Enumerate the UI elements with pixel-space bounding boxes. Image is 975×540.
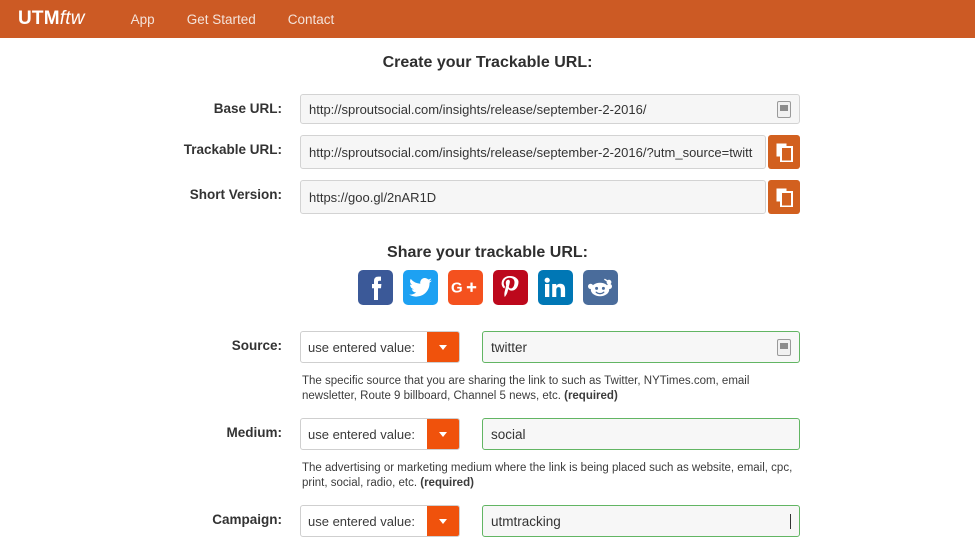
base-url-label: Base URL: xyxy=(213,101,282,116)
medium-help-text: The advertising or marketing medium wher… xyxy=(300,461,800,491)
source-select[interactable]: use entered value: xyxy=(300,331,460,363)
googleplus-glyph: G xyxy=(451,280,477,296)
source-help-required: (required) xyxy=(564,390,618,402)
create-section-title: Create your Trackable URL: xyxy=(382,54,593,71)
copy-trackable-url-button[interactable] xyxy=(768,135,800,169)
brand-name-bold: UTM xyxy=(18,8,60,29)
linkedin-glyph xyxy=(544,277,566,297)
trackable-url-label: Trackable URL: xyxy=(183,142,282,157)
medium-select-value: use entered value: xyxy=(308,426,415,442)
campaign-select-value: use entered value: xyxy=(308,513,415,529)
twitter-icon[interactable] xyxy=(402,270,438,305)
trackable-url-input[interactable]: http://sproutsocial.com/insights/release… xyxy=(300,135,766,169)
source-field-col: use entered value: twitter xyxy=(300,331,800,363)
trackable-url-row: Trackable URL: http://sproutsocial.com/i… xyxy=(0,135,975,169)
campaign-select[interactable]: use entered value: xyxy=(300,505,460,537)
copy-icon xyxy=(776,143,793,162)
nav-link-app[interactable]: App xyxy=(131,12,155,27)
short-version-row: Short Version: https://goo.gl/2nAR1D xyxy=(0,180,975,214)
campaign-input[interactable]: utmtracking xyxy=(482,505,800,537)
short-version-input[interactable]: https://goo.gl/2nAR1D xyxy=(300,180,766,214)
linkedin-icon[interactable] xyxy=(537,270,573,305)
source-value: twitter xyxy=(491,339,528,355)
page-content: Create your Trackable URL: Base URL: htt… xyxy=(0,38,975,537)
pinterest-icon[interactable] xyxy=(492,270,528,305)
source-select-value: use entered value: xyxy=(308,339,415,355)
svg-text:G: G xyxy=(451,280,463,296)
short-version-value: https://goo.gl/2nAR1D xyxy=(309,189,437,205)
nav-links: App Get Started Contact xyxy=(131,12,335,27)
medium-field-col: use entered value: social xyxy=(300,418,800,450)
medium-value: social xyxy=(491,426,526,442)
source-help-lead: The specific source that you are sharing… xyxy=(302,375,750,402)
copy-icon xyxy=(776,188,793,207)
campaign-field-col: use entered value: utmtracking xyxy=(300,505,800,537)
medium-input[interactable]: social xyxy=(482,418,800,450)
medium-help-required: (required) xyxy=(420,477,474,489)
brand-name-italic: ftw xyxy=(59,8,85,29)
source-help-text: The specific source that you are sharing… xyxy=(300,374,800,404)
base-url-input[interactable]: http://sproutsocial.com/insights/release… xyxy=(300,94,800,124)
share-icons-row: G xyxy=(0,270,975,305)
facebook-glyph xyxy=(371,276,381,300)
nav-link-contact[interactable]: Contact xyxy=(288,12,335,27)
source-help-row: The specific source that you are sharing… xyxy=(0,374,975,404)
medium-select[interactable]: use entered value: xyxy=(300,418,460,450)
medium-row: Medium: use entered value: social xyxy=(0,418,975,450)
nav-link-get-started[interactable]: Get Started xyxy=(187,12,256,27)
facebook-icon[interactable] xyxy=(357,270,393,305)
navbar: UTMftw App Get Started Contact xyxy=(0,0,975,38)
campaign-row: Campaign: use entered value: utmtracking xyxy=(0,505,975,537)
base-url-row: Base URL: http://sproutsocial.com/insigh… xyxy=(0,94,975,124)
chevron-down-icon[interactable] xyxy=(427,419,459,449)
share-section-title: Share your trackable URL: xyxy=(387,244,588,261)
medium-help-lead: The advertising or marketing medium wher… xyxy=(302,462,793,489)
medium-label: Medium: xyxy=(226,425,283,440)
chevron-down-icon[interactable] xyxy=(427,506,459,536)
pinterest-glyph xyxy=(501,275,519,297)
googleplus-icon[interactable]: G xyxy=(447,270,483,305)
short-version-field-col: https://goo.gl/2nAR1D xyxy=(300,180,800,214)
campaign-value: utmtracking xyxy=(491,513,561,529)
chevron-down-icon[interactable] xyxy=(427,332,459,362)
reddit-glyph xyxy=(588,278,612,297)
source-input[interactable]: twitter xyxy=(482,331,800,363)
trackable-url-field-col: http://sproutsocial.com/insights/release… xyxy=(300,135,800,169)
text-cursor xyxy=(790,513,791,529)
reddit-icon[interactable] xyxy=(582,270,618,305)
trackable-url-value: http://sproutsocial.com/insights/release… xyxy=(309,144,753,160)
medium-help-row: The advertising or marketing medium wher… xyxy=(0,461,975,491)
twitter-glyph xyxy=(408,278,432,297)
brand-logo[interactable]: UTMftw xyxy=(18,8,85,30)
base-url-value: http://sproutsocial.com/insights/release… xyxy=(309,101,647,117)
source-row: Source: use entered value: twitter xyxy=(0,331,975,363)
base-url-field-col: http://sproutsocial.com/insights/release… xyxy=(300,94,800,124)
autofill-icon[interactable] xyxy=(777,100,791,118)
short-version-label: Short Version: xyxy=(189,187,282,202)
campaign-label: Campaign: xyxy=(212,512,282,527)
autofill-icon[interactable] xyxy=(777,338,791,356)
copy-short-version-button[interactable] xyxy=(768,180,800,214)
source-label: Source: xyxy=(231,338,282,353)
